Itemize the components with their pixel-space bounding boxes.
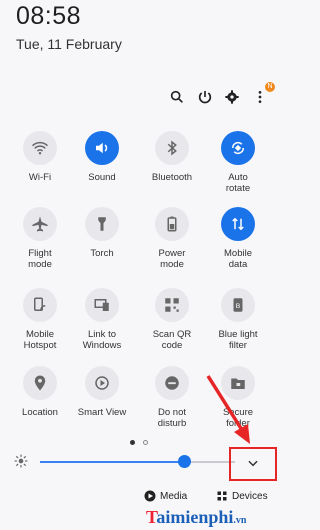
wifi-icon bbox=[31, 141, 49, 155]
tile-button[interactable] bbox=[85, 288, 119, 322]
page-indicator-inactive bbox=[143, 440, 148, 445]
link-windows-icon bbox=[94, 299, 109, 311]
tile-bluetooth[interactable]: Bluetooth bbox=[140, 131, 204, 183]
tile-button[interactable] bbox=[23, 207, 57, 241]
devices-button[interactable]: Devices bbox=[216, 485, 268, 507]
smart-view-icon bbox=[95, 376, 109, 390]
tile-button[interactable] bbox=[155, 288, 189, 322]
tile-button[interactable] bbox=[155, 366, 189, 400]
airplane-icon bbox=[32, 216, 48, 232]
tile-torch[interactable]: Torch bbox=[70, 207, 134, 259]
tile-label: Scan QR code bbox=[152, 329, 192, 351]
bluetooth-icon bbox=[167, 140, 177, 156]
tile-button[interactable] bbox=[221, 131, 255, 165]
qr-icon bbox=[165, 298, 179, 312]
tile-do-not-disturb[interactable]: Do not disturb bbox=[140, 366, 204, 429]
tile-label: Mobile data bbox=[224, 248, 252, 270]
tile-label: Mobile Hotspot bbox=[23, 329, 57, 351]
tile-link-windows[interactable]: Link to Windows bbox=[70, 288, 134, 351]
annotation-arrow bbox=[206, 375, 250, 444]
media-button[interactable]: Media bbox=[144, 485, 187, 507]
tile-label: Location bbox=[22, 407, 58, 418]
tile-button[interactable] bbox=[85, 207, 119, 241]
tile-label: Do not disturb bbox=[157, 407, 187, 429]
svg-text:B: B bbox=[236, 303, 241, 310]
mobile-data-icon bbox=[232, 217, 244, 231]
tile-qr[interactable]: Scan QR code bbox=[140, 288, 204, 351]
brightness-icon bbox=[14, 454, 28, 468]
do-not-disturb-icon bbox=[165, 376, 179, 390]
tile-button[interactable] bbox=[221, 207, 255, 241]
tile-sound[interactable]: Sound bbox=[70, 131, 134, 183]
tile-label: Link to Windows bbox=[82, 329, 122, 351]
power-button[interactable] bbox=[194, 86, 216, 108]
tile-label: Flight mode bbox=[28, 248, 52, 270]
tile-mobile-data[interactable]: Mobile data bbox=[206, 207, 270, 270]
devices-icon bbox=[217, 491, 227, 501]
tile-button[interactable] bbox=[85, 366, 119, 400]
tile-button[interactable] bbox=[23, 131, 57, 165]
tile-button[interactable] bbox=[85, 131, 119, 165]
tile-battery[interactable]: Power mode bbox=[140, 207, 204, 270]
chevron-down-icon[interactable] bbox=[246, 456, 260, 470]
gear-icon bbox=[225, 90, 239, 104]
play-icon bbox=[144, 490, 156, 502]
tile-label: Wi-Fi bbox=[28, 172, 52, 183]
brightness-slider-track[interactable] bbox=[185, 461, 235, 463]
tile-button[interactable] bbox=[155, 207, 189, 241]
tile-label: Bluetooth bbox=[151, 172, 193, 183]
tile-label: Auto rotate bbox=[225, 172, 251, 194]
tile-hotspot[interactable]: Mobile Hotspot bbox=[8, 288, 72, 351]
tile-auto-rotate[interactable]: Auto rotate bbox=[206, 131, 270, 194]
page-indicator-active bbox=[130, 440, 135, 445]
tile-label: Sound bbox=[88, 172, 116, 183]
search-button[interactable] bbox=[166, 86, 188, 108]
tile-button[interactable]: B bbox=[221, 288, 255, 322]
clock: 08:58 bbox=[16, 2, 82, 30]
blue-light-icon: B bbox=[233, 298, 243, 312]
tile-blue-light[interactable]: B Blue light filter bbox=[206, 288, 270, 351]
location-icon bbox=[34, 375, 46, 391]
media-label: Media bbox=[160, 490, 188, 502]
torch-icon bbox=[98, 217, 106, 231]
tile-label: Smart View bbox=[77, 407, 127, 418]
watermark-logo: Taimienphi.vn bbox=[146, 507, 247, 527]
tile-airplane[interactable]: Flight mode bbox=[8, 207, 72, 270]
tile-label: Torch bbox=[90, 248, 114, 259]
tile-wifi[interactable]: Wi-Fi bbox=[8, 131, 72, 183]
brightness-slider-handle[interactable] bbox=[178, 455, 191, 468]
date: Tue, 11 February bbox=[16, 36, 122, 52]
tile-smart-view[interactable]: Smart View bbox=[70, 366, 134, 418]
settings-button[interactable] bbox=[221, 86, 243, 108]
tile-location[interactable]: Location bbox=[8, 366, 72, 418]
more-vert-icon bbox=[258, 91, 262, 103]
battery-icon bbox=[167, 216, 177, 232]
tile-button[interactable] bbox=[155, 131, 189, 165]
notification-badge: N bbox=[265, 82, 275, 92]
power-icon bbox=[198, 91, 212, 104]
tile-button[interactable] bbox=[23, 366, 57, 400]
hotspot-icon bbox=[34, 297, 46, 311]
search-icon bbox=[170, 90, 183, 103]
more-options-button[interactable]: N bbox=[249, 82, 275, 108]
tile-button[interactable] bbox=[23, 288, 57, 322]
brightness-slider-fill bbox=[40, 461, 185, 463]
tile-label: Power mode bbox=[158, 248, 186, 270]
devices-label: Devices bbox=[232, 490, 268, 502]
sound-icon bbox=[96, 142, 108, 154]
auto-rotate-icon bbox=[231, 141, 245, 155]
tile-label: Blue light filter bbox=[218, 329, 258, 351]
